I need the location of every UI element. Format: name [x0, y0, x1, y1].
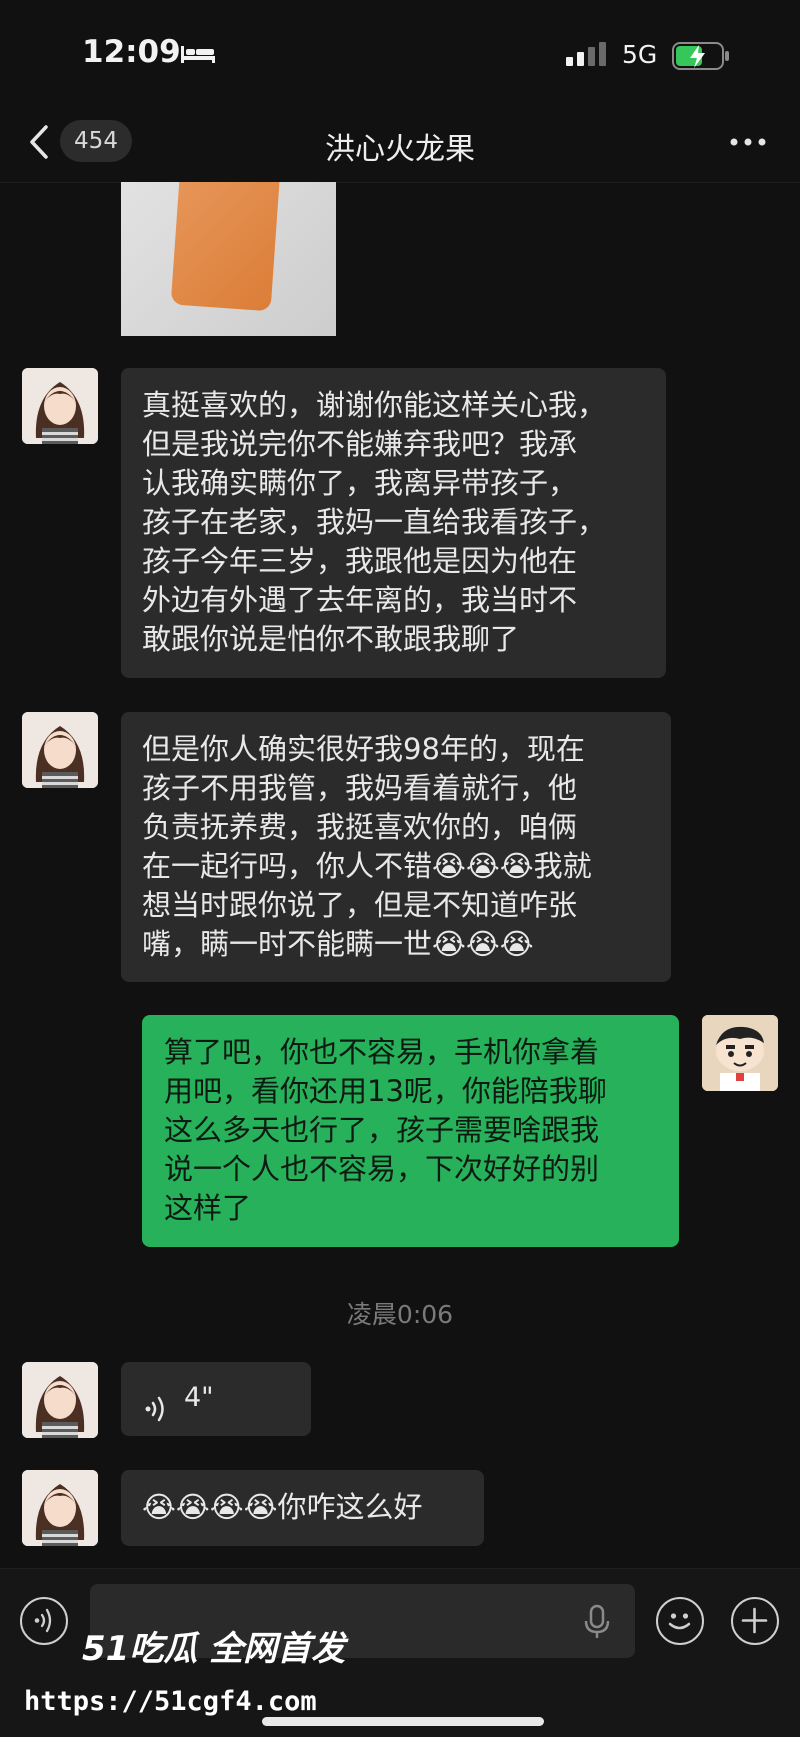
home-indicator[interactable]: [262, 1717, 544, 1726]
battery-charging-icon: [672, 42, 729, 70]
plus-icon: [741, 1607, 768, 1634]
contact-avatar[interactable]: [22, 1470, 98, 1546]
watermark-url: https://51cgf4.com: [24, 1686, 317, 1717]
my-avatar[interactable]: [702, 1015, 778, 1091]
sleep-mode-icon: [181, 46, 215, 63]
watermark-brand: 51吃瓜 全网首发: [82, 1629, 346, 1669]
status-bar: 12:09 5G: [0, 0, 800, 100]
voice-input-toggle[interactable]: [20, 1597, 68, 1645]
chat-header: 454 洪心火龙果: [0, 100, 800, 183]
network-type: 5G: [622, 40, 658, 69]
emoji-button[interactable]: [656, 1597, 704, 1645]
voice-wave-icon: [145, 1396, 164, 1422]
contact-avatar[interactable]: [22, 1362, 98, 1438]
chat-input-bar: 51吃瓜 全网首发 https://51cgf4.com: [0, 1568, 800, 1737]
voice-wave-icon: [34, 1608, 52, 1633]
clock: 12:09: [82, 34, 181, 70]
chat-title: 洪心火龙果: [325, 132, 475, 167]
voice-message-bubble[interactable]: 4": [121, 1362, 311, 1436]
cellular-signal-icon: [566, 42, 606, 66]
microphone-icon[interactable]: [582, 1604, 612, 1640]
outgoing-message-bubble[interactable]: 算了吧，你也不容易，手机你拿着 用吧，看你还用13呢，你能陪我聊 这么多天也行了…: [142, 1015, 679, 1247]
more-options-icon[interactable]: [730, 138, 766, 146]
girl-avatar-icon: [22, 712, 98, 788]
voice-duration: 4": [184, 1382, 214, 1413]
incoming-message-bubble[interactable]: 真挺喜欢的，谢谢你能这样关心我， 但是我说完你不能嫌弃我吧？我承 认我确实瞒你了…: [121, 368, 666, 678]
smiley-face-icon: [668, 1613, 691, 1630]
girl-avatar-icon: [22, 1362, 98, 1438]
girl-avatar-icon: [22, 1470, 98, 1546]
girl-avatar-icon: [22, 368, 98, 444]
contact-avatar[interactable]: [22, 712, 98, 788]
photo-message[interactable]: [121, 182, 336, 336]
incoming-message-bubble[interactable]: 😭😭😭😭你咋这么好: [121, 1470, 484, 1546]
contact-avatar[interactable]: [22, 368, 98, 444]
cartoon-boy-avatar-icon: [702, 1015, 778, 1091]
more-actions-button[interactable]: [731, 1597, 779, 1645]
incoming-message-bubble[interactable]: 但是你人确实很好我98年的，现在 孩子不用我管，我妈看着就行，他 负责抚养费，我…: [121, 712, 671, 982]
message-timestamp: 凌晨0:06: [346, 1300, 454, 1329]
